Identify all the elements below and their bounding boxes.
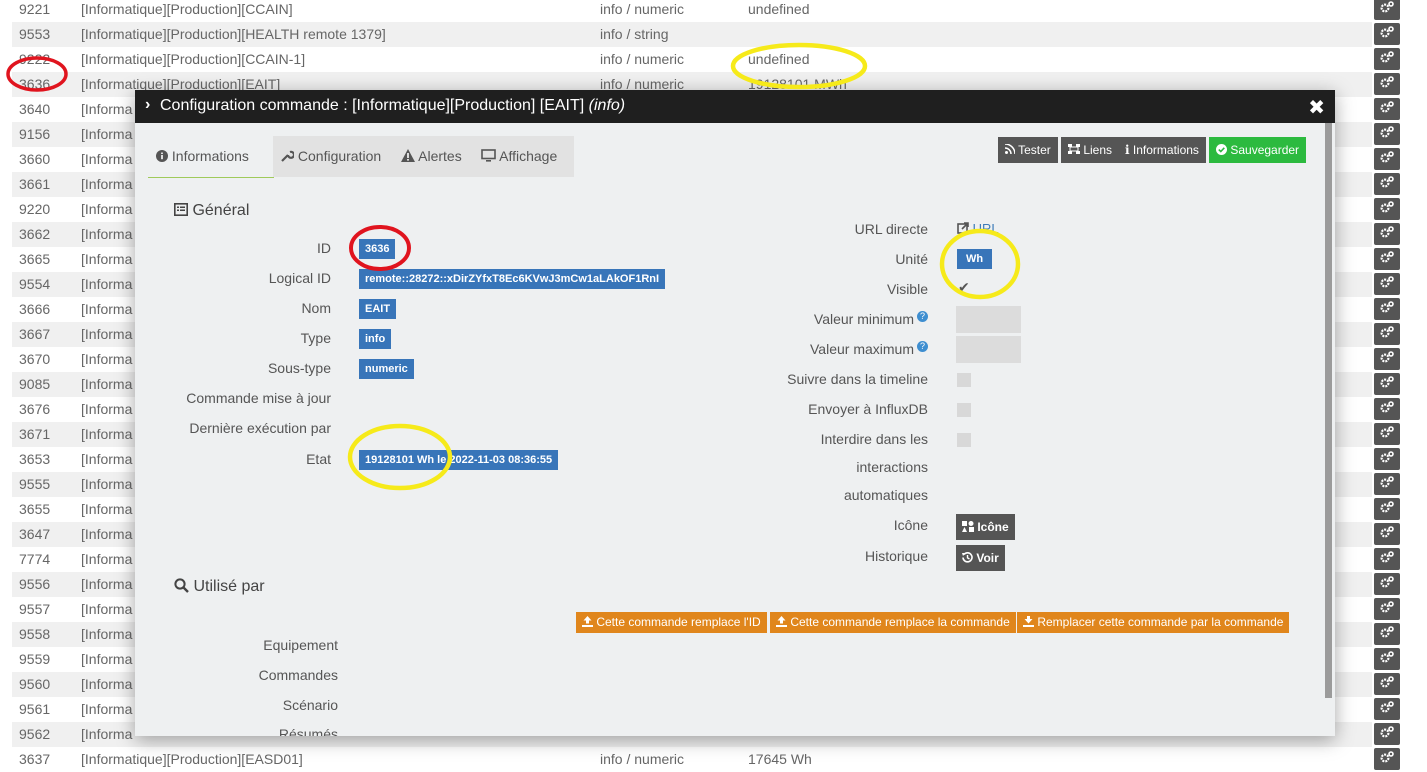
annotation-layer <box>6 42 1021 491</box>
annotation-red-circle-table-id <box>6 56 68 92</box>
annotation-red-circle-modal-id <box>349 225 411 271</box>
annotation-yellow-circle-value <box>730 42 868 90</box>
annotation-yellow-circle-etat <box>347 423 453 491</box>
annotation-yellow-circle-unite <box>939 228 1021 300</box>
